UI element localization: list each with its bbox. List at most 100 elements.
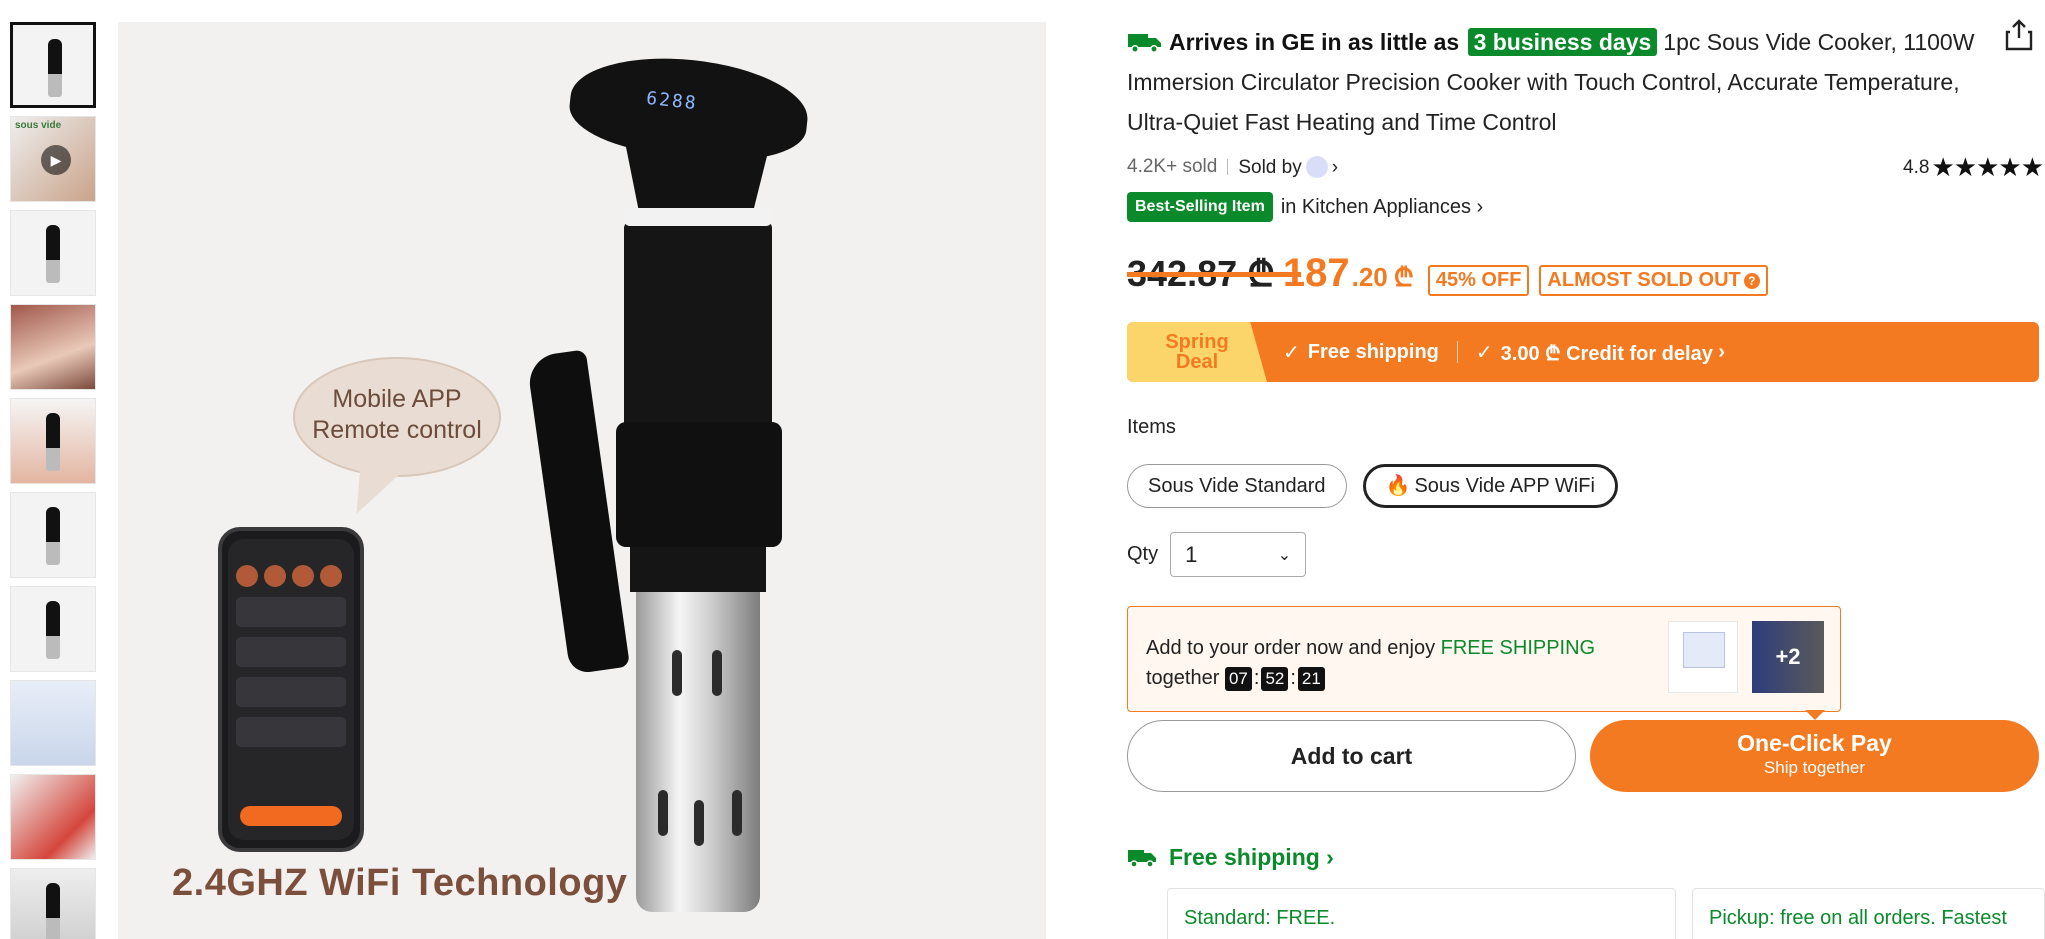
thumbnail-device-image [46, 507, 60, 565]
sold-count: 4.2K+ sold [1127, 156, 1218, 177]
quantity-value: 1 [1185, 541, 1198, 567]
phone-start-button [240, 806, 342, 826]
spring-deal-bar[interactable]: Spring Deal ✓ Free shipping ✓ 3.00 ₾ Credi… [1127, 322, 2039, 382]
speech-bubble-text: Mobile APP Remote control [293, 384, 501, 446]
thumbnail-7[interactable] [10, 586, 96, 672]
best-selling-badge: Best-Selling Item [1127, 192, 1273, 222]
thumbnail-4[interactable] [10, 304, 96, 390]
star-rating-icon: ★★★★★ [1931, 152, 2044, 182]
sold-by-label: Sold by [1238, 156, 1302, 178]
currency-symbol: ₾ [1393, 262, 1414, 292]
phone-row [236, 717, 346, 747]
sold-by-link[interactable]: Sold by › [1238, 155, 1339, 179]
arrival-days-badge: 3 business days [1467, 28, 1658, 56]
standard-shipping-card[interactable]: Standard: FREE. [1167, 888, 1676, 939]
thumbnail-2-video[interactable]: sous vide ▶ [10, 116, 96, 202]
one-click-pay-button[interactable]: One-Click Pay Ship together [1590, 720, 2039, 792]
thumbnail-9[interactable] [10, 774, 96, 860]
rating-value: 4.8 [1903, 156, 1930, 178]
play-icon: ▶ [41, 145, 71, 175]
thumbnail-device-image [48, 39, 62, 97]
timer-hours: 07 [1224, 667, 1252, 691]
promo-pointer [1805, 710, 1825, 720]
price-row: 342.87 ₾ 187 .20 ₾ 45% OFF ALMOST SOLD O… [1127, 248, 1778, 298]
thumbnail-8[interactable] [10, 680, 96, 766]
thumbnail-3[interactable] [10, 210, 96, 296]
help-icon: ? [1743, 273, 1760, 289]
promo-highlight: FREE SHIPPING [1440, 637, 1596, 659]
device-body [624, 222, 772, 442]
deal-credit-label: 3.00 ₾ Credit for delay [1500, 342, 1713, 365]
quantity-select[interactable]: 1 ⌄ [1170, 532, 1307, 577]
promo-text-before: Add to your order now and enjoy [1146, 637, 1436, 659]
free-shipping-promo: Add to your order now and enjoy FREE SHI… [1127, 606, 1841, 712]
device-slot [694, 800, 704, 846]
phone-screen [228, 539, 354, 840]
check-icon: ✓ [1283, 341, 1300, 364]
thumbnail-device-image [46, 883, 60, 939]
pickup-shipping-card[interactable]: Pickup: free on all orders. Fastest [1692, 888, 2045, 939]
bubble-line-1: Mobile APP [332, 385, 462, 413]
main-product-image[interactable]: Mobile APP Remote control 6288 2.4GHZ Wi… [118, 22, 1046, 939]
thumbnail-list: sous vide ▶ [10, 22, 98, 939]
chevron-right-icon: › [1712, 340, 1726, 363]
quantity-row: Qty 1 ⌄ [1127, 532, 1307, 577]
chevron-right-icon: › [1470, 195, 1484, 218]
device-steel-sleeve [636, 590, 760, 912]
best-selling-row[interactable]: Best-Selling Item in Kitchen Appliances … [1127, 190, 1483, 224]
promo-product-image[interactable] [1668, 621, 1738, 693]
device-slot [658, 790, 668, 836]
chevron-right-icon: › [1331, 156, 1339, 178]
device-white-ring [624, 208, 772, 226]
phone-illustration [218, 527, 364, 852]
option-label: Sous Vide APP WiFi [1414, 475, 1595, 497]
truck-icon [1128, 34, 1161, 53]
promo-text-after: together [1146, 667, 1220, 689]
phone-row [236, 677, 346, 707]
image-caption: 2.4GHZ WiFi Technology [172, 862, 628, 904]
free-shipping-heading: Free shipping [1169, 844, 1320, 870]
check-icon: ✓ [1475, 341, 1493, 364]
truck-icon [1128, 849, 1156, 868]
promo-more-products[interactable]: +2 [1752, 621, 1824, 693]
promo-text: Add to your order now and enjoy FREE SHI… [1146, 637, 1596, 691]
thumbnail-5[interactable] [10, 398, 96, 484]
seller-avatar [1305, 155, 1328, 178]
best-selling-category: in Kitchen Appliances [1280, 195, 1471, 218]
share-icon[interactable] [2004, 18, 2034, 52]
item-options: Sous Vide Standard 🔥 Sous Vide APP WiFi [1127, 464, 1618, 508]
thumbnail-device-image [46, 225, 60, 283]
device-slot [672, 650, 682, 696]
chevron-right-icon: › [1319, 844, 1334, 870]
discount-tag: 45% OFF [1427, 265, 1530, 296]
flame-icon: 🔥 [1385, 475, 1411, 497]
deal-label: Spring Deal [1127, 322, 1267, 382]
product-title-block: Arrives in GE in as little as 3 business… [1127, 22, 1987, 142]
phone-row [236, 597, 346, 627]
option-sous-vide-app-wifi[interactable]: 🔥 Sous Vide APP WiFi [1362, 464, 1618, 508]
timer-seconds: 21 [1297, 667, 1325, 691]
thumbnail-6[interactable] [10, 492, 96, 578]
stock-tag[interactable]: ALMOST SOLD OUT? [1539, 265, 1768, 296]
phone-recipe-circles [228, 539, 354, 587]
deal-free-shipping: ✓ Free shipping [1283, 340, 1439, 365]
deal-credit[interactable]: ✓ 3.00 ₾ Credit for delay › [1476, 339, 1725, 366]
device-lower-body [630, 542, 766, 592]
one-click-pay-label: One-Click Pay [1737, 730, 1892, 756]
chevron-down-icon: ⌄ [1277, 546, 1292, 564]
free-shipping-link[interactable]: Free shipping › [1127, 844, 1334, 871]
divider [1227, 159, 1229, 175]
device-slot [712, 650, 722, 696]
timer-minutes: 52 [1261, 667, 1289, 691]
thumbnail-label: sous vide [15, 120, 62, 131]
device-clip [526, 349, 630, 675]
thumbnail-1[interactable] [10, 22, 96, 108]
add-to-cart-button[interactable]: Add to cart [1127, 720, 1576, 792]
option-sous-vide-standard[interactable]: Sous Vide Standard [1127, 464, 1347, 508]
rating[interactable]: 4.8 ★★★★★ [1903, 152, 2044, 183]
ship-together-label: Ship together [1763, 758, 1866, 777]
product-info-panel: Arrives in GE in as little as 3 business… [1127, 0, 2045, 939]
thumbnail-10[interactable] [10, 868, 96, 939]
deal-free-shipping-label: Free shipping [1307, 340, 1439, 363]
deal-label-line-1: Spring [1165, 331, 1229, 353]
